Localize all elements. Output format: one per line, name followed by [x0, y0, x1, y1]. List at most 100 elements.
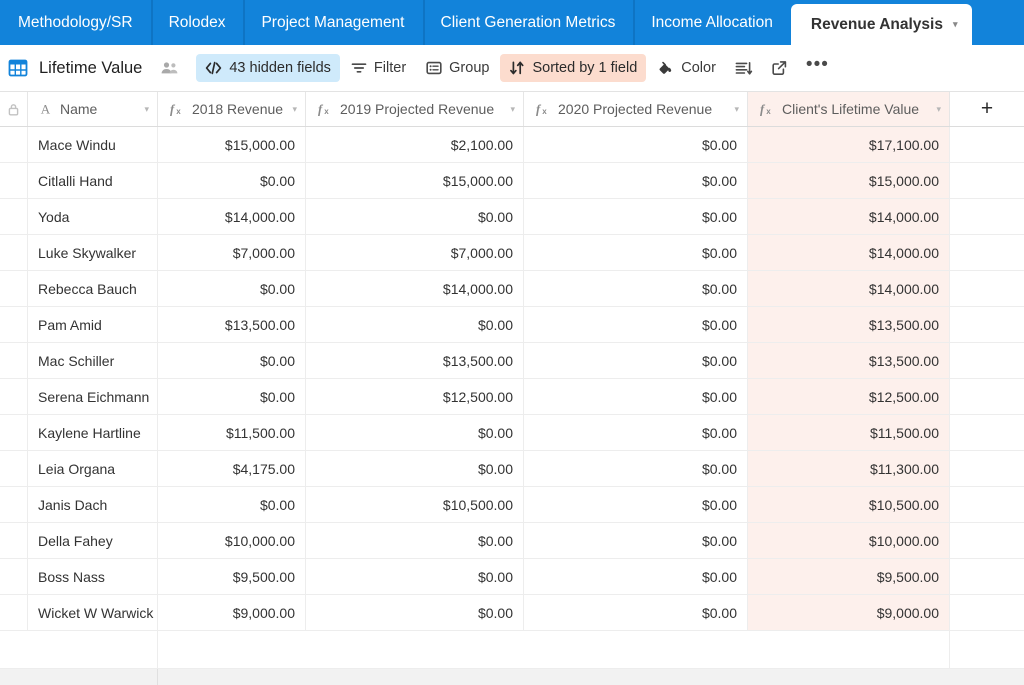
cell-name[interactable]: Boss Nass — [28, 559, 158, 594]
table-row[interactable]: Serena Eichmann $0.00 $12,500.00 $0.00 $12,5… — [0, 379, 1024, 415]
row-expand-gutter[interactable] — [0, 199, 28, 234]
row-expand-gutter[interactable] — [0, 163, 28, 198]
cell-r2020[interactable]: $0.00 — [524, 199, 748, 234]
cell-r2019[interactable]: $13,500.00 — [306, 343, 524, 378]
cell-r2020[interactable]: $0.00 — [524, 163, 748, 198]
table-row[interactable]: Kaylene Hartline $11,500.00 $0.00 $0.00 $11,… — [0, 415, 1024, 451]
cell-name[interactable]: Kaylene Hartline — [28, 415, 158, 450]
row-expand-gutter[interactable] — [0, 235, 28, 270]
cell-ltv[interactable]: $10,000.00 — [748, 523, 950, 558]
cell-r2019[interactable]: $0.00 — [306, 451, 524, 486]
color-button[interactable]: Color — [648, 54, 725, 82]
cell-r2018[interactable]: $10,000.00 — [158, 523, 306, 558]
cell-name[interactable]: Mac Schiller — [28, 343, 158, 378]
cell-r2018[interactable]: $0.00 — [158, 343, 306, 378]
row-expand-gutter[interactable] — [0, 451, 28, 486]
cell-ltv[interactable]: $13,500.00 — [748, 307, 950, 342]
chevron-down-icon[interactable]: ▾ — [136, 104, 149, 115]
cell-ltv[interactable]: $14,000.00 — [748, 271, 950, 306]
sort-button[interactable]: Sorted by 1 field — [500, 54, 647, 82]
table-row[interactable]: Citlalli Hand $0.00 $15,000.00 $0.00 $15,000… — [0, 163, 1024, 199]
cell-r2018[interactable]: $9,000.00 — [158, 595, 306, 630]
filter-button[interactable]: Filter — [342, 54, 415, 82]
column-header-2018-revenue[interactable]: f x 2018 Revenue ▾ — [158, 92, 306, 126]
cell-r2018[interactable]: $15,000.00 — [158, 127, 306, 162]
collaborators-icon[interactable] — [160, 60, 180, 76]
row-expand-gutter[interactable] — [0, 595, 28, 630]
row-expand-gutter[interactable] — [0, 127, 28, 162]
add-field-button[interactable]: + — [950, 92, 1024, 126]
view-name-label[interactable]: Lifetime Value — [39, 59, 142, 78]
cell-r2020[interactable]: $0.00 — [524, 523, 748, 558]
cell-r2018[interactable]: $7,000.00 — [158, 235, 306, 270]
column-header-name[interactable]: A Name ▾ — [28, 92, 158, 126]
tab-revenue-analysis[interactable]: Revenue Analysis ▾ — [790, 4, 972, 45]
cell-r2018[interactable]: $13,500.00 — [158, 307, 306, 342]
cell-ltv[interactable]: $9,500.00 — [748, 559, 950, 594]
chevron-down-icon[interactable]: ▾ — [502, 104, 515, 115]
cell-ltv[interactable]: $11,500.00 — [748, 415, 950, 450]
table-row[interactable]: Luke Skywalker $7,000.00 $7,000.00 $0.00 $14… — [0, 235, 1024, 271]
row-height-button[interactable] — [727, 54, 761, 82]
column-header-2019-projected-revenue[interactable]: f x 2019 Projected Revenue ▾ — [306, 92, 524, 126]
cell-r2018[interactable]: $4,175.00 — [158, 451, 306, 486]
cell-r2020[interactable]: $0.00 — [524, 235, 748, 270]
cell-r2018[interactable]: $11,500.00 — [158, 415, 306, 450]
tab-methodology-sr[interactable]: Methodology/SR — [0, 0, 151, 45]
table-row[interactable]: Mac Schiller $0.00 $13,500.00 $0.00 $13,500.… — [0, 343, 1024, 379]
cell-ltv[interactable]: $13,500.00 — [748, 343, 950, 378]
cell-r2018[interactable]: $0.00 — [158, 487, 306, 522]
cell-r2018[interactable]: $14,000.00 — [158, 199, 306, 234]
group-button[interactable]: Group — [417, 54, 498, 82]
cell-r2019[interactable]: $2,100.00 — [306, 127, 524, 162]
column-header-2020-projected-revenue[interactable]: f x 2020 Projected Revenue ▾ — [524, 92, 748, 126]
cell-name[interactable]: Della Fahey — [28, 523, 158, 558]
cell-ltv[interactable]: $14,000.00 — [748, 199, 950, 234]
cell-name[interactable]: Luke Skywalker — [28, 235, 158, 270]
cell-r2018[interactable]: $0.00 — [158, 379, 306, 414]
cell-r2019[interactable]: $0.00 — [306, 523, 524, 558]
row-expand-gutter[interactable] — [0, 379, 28, 414]
tab-rolodex[interactable]: Rolodex — [150, 0, 244, 45]
cell-r2020[interactable]: $0.00 — [524, 487, 748, 522]
cell-r2020[interactable]: $0.00 — [524, 271, 748, 306]
cell-name[interactable]: Mace Windu — [28, 127, 158, 162]
table-row[interactable]: Leia Organa $4,175.00 $0.00 $0.00 $11,300.00 — [0, 451, 1024, 487]
cell-r2019[interactable]: $7,000.00 — [306, 235, 524, 270]
cell-name[interactable]: Serena Eichmann — [28, 379, 158, 414]
chevron-down-icon[interactable]: ▾ — [953, 20, 958, 29]
row-expand-gutter[interactable] — [0, 523, 28, 558]
cell-r2019[interactable]: $12,500.00 — [306, 379, 524, 414]
cell-r2020[interactable]: $0.00 — [524, 595, 748, 630]
chevron-down-icon[interactable]: ▾ — [928, 104, 941, 115]
cell-r2019[interactable]: $10,500.00 — [306, 487, 524, 522]
cell-ltv[interactable]: $12,500.00 — [748, 379, 950, 414]
cell-r2020[interactable]: $0.00 — [524, 127, 748, 162]
cell-r2020[interactable]: $0.00 — [524, 451, 748, 486]
table-row[interactable]: Janis Dach $0.00 $10,500.00 $0.00 $10,500.00 — [0, 487, 1024, 523]
cell-r2019[interactable]: $14,000.00 — [306, 271, 524, 306]
chevron-down-icon[interactable]: ▾ — [284, 104, 297, 115]
share-view-button[interactable] — [763, 54, 796, 82]
cell-r2019[interactable]: $0.00 — [306, 199, 524, 234]
cell-r2018[interactable]: $0.00 — [158, 163, 306, 198]
tab-income-allocation[interactable]: Income Allocation — [633, 0, 791, 45]
table-row[interactable]: Yoda $14,000.00 $0.00 $0.00 $14,000.00 — [0, 199, 1024, 235]
cell-r2020[interactable]: $0.00 — [524, 307, 748, 342]
table-row[interactable]: Mace Windu $15,000.00 $2,100.00 $0.00 $17,10… — [0, 127, 1024, 163]
table-row[interactable]: Wicket W Warwick $9,000.00 $0.00 $0.00 $9,00… — [0, 595, 1024, 631]
cell-r2019[interactable]: $0.00 — [306, 595, 524, 630]
cell-name[interactable]: Yoda — [28, 199, 158, 234]
row-expand-gutter[interactable] — [0, 487, 28, 522]
cell-ltv[interactable]: $10,500.00 — [748, 487, 950, 522]
cell-name[interactable]: Pam Amid — [28, 307, 158, 342]
cell-name[interactable]: Citlalli Hand — [28, 163, 158, 198]
chevron-down-icon[interactable]: ▾ — [726, 104, 739, 115]
row-expand-gutter[interactable] — [0, 307, 28, 342]
cell-r2019[interactable]: $15,000.00 — [306, 163, 524, 198]
tab-client-generation-metrics[interactable]: Client Generation Metrics — [422, 0, 634, 45]
table-row[interactable]: Boss Nass $9,500.00 $0.00 $0.00 $9,500.00 — [0, 559, 1024, 595]
cell-ltv[interactable]: $15,000.00 — [748, 163, 950, 198]
cell-r2019[interactable]: $0.00 — [306, 559, 524, 594]
cell-r2020[interactable]: $0.00 — [524, 415, 748, 450]
